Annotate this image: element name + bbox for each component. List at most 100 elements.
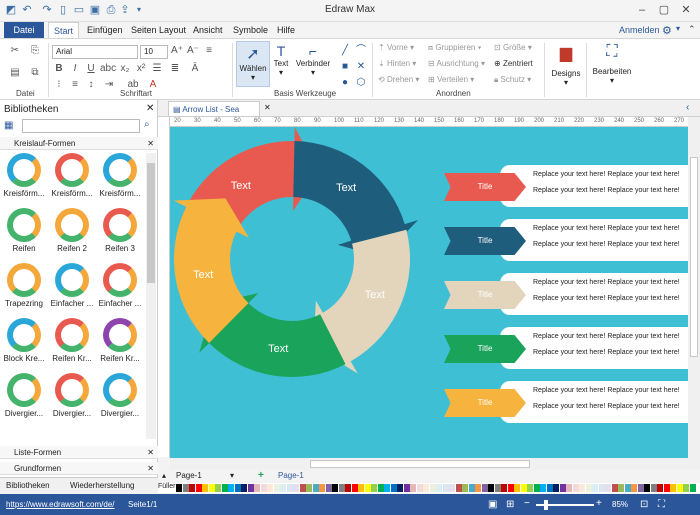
font-size-select[interactable]: 10 — [140, 45, 168, 59]
strikethrough-icon[interactable]: abc — [100, 63, 116, 75]
color-swatch[interactable] — [585, 484, 592, 492]
distribute-button[interactable]: ⊞ Verteilen ▾ — [428, 75, 474, 84]
fullscreen-icon[interactable]: ⛶ — [658, 499, 665, 510]
cycle-segment-label[interactable]: Text — [193, 269, 213, 281]
color-swatch[interactable] — [598, 484, 605, 492]
list-item-text[interactable]: Replace your text here! Replace your tex… — [533, 295, 680, 302]
shape-item[interactable]: Reifen 3 — [98, 208, 142, 253]
color-swatch[interactable] — [345, 484, 351, 492]
list-icon[interactable]: ☰ — [150, 63, 164, 75]
close-button[interactable]: ✕ — [676, 2, 696, 18]
canvas-horizontal-scrollbar[interactable] — [170, 458, 688, 470]
color-swatch[interactable] — [514, 484, 520, 492]
cycle-segment-label[interactable]: Text — [268, 343, 288, 355]
color-swatch[interactable] — [436, 484, 442, 492]
color-swatch[interactable] — [338, 484, 345, 492]
fit-page-icon[interactable]: ▣ — [488, 499, 497, 510]
color-swatch[interactable] — [280, 484, 286, 492]
group-button[interactable]: ⧈ Gruppieren ▾ — [428, 43, 481, 53]
document-tab[interactable]: ▤ Arrow List - Sea — [168, 101, 260, 117]
list-item-text[interactable]: Replace your text here! Replace your tex… — [533, 333, 680, 340]
color-swatch[interactable] — [371, 484, 377, 492]
color-swatch[interactable] — [566, 484, 572, 492]
color-swatch[interactable] — [358, 484, 364, 492]
shape-item[interactable]: Divergier... — [98, 373, 142, 418]
color-swatch[interactable] — [234, 484, 241, 492]
color-swatch[interactable] — [416, 484, 423, 492]
color-swatch[interactable] — [475, 484, 481, 492]
color-swatch[interactable] — [449, 484, 455, 492]
list-item-text[interactable]: Replace your text here! Replace your tex… — [533, 225, 680, 232]
website-link[interactable]: https://www.edrawsoft.com/de/ — [6, 500, 115, 509]
close-icon[interactable]: ✕ — [147, 137, 154, 150]
zoom-in-icon[interactable]: + — [596, 498, 602, 509]
color-swatch[interactable] — [579, 484, 585, 492]
color-swatch[interactable] — [254, 484, 260, 492]
chevron-down-icon[interactable]: ▾ — [676, 24, 680, 33]
color-swatch[interactable] — [670, 484, 676, 492]
color-swatch[interactable] — [637, 484, 644, 492]
color-swatch[interactable] — [423, 484, 429, 492]
rectangle-icon[interactable]: ■ — [338, 61, 352, 73]
select-tool-button[interactable]: ➚ Wählen ▾ — [236, 41, 270, 87]
color-swatch[interactable] — [286, 484, 293, 492]
ribbon-collapse-icon[interactable]: ⌃ — [688, 24, 696, 35]
ellipse-icon[interactable]: ● — [338, 77, 352, 89]
size-button[interactable]: ⊡ Größe ▾ — [494, 43, 532, 52]
color-swatch[interactable] — [611, 484, 618, 492]
add-page-icon[interactable]: + — [258, 470, 264, 481]
close-icon[interactable]: ✕ — [147, 462, 154, 475]
copy-icon[interactable]: ⎘ — [28, 45, 42, 57]
shape-item[interactable]: Kreisförm... — [50, 153, 94, 198]
color-swatch[interactable] — [650, 484, 657, 492]
category-cycle-shapes[interactable]: Kreislauf-Formen ✕ — [0, 137, 158, 150]
color-swatch[interactable] — [273, 484, 280, 492]
list-item-title[interactable]: Title — [444, 281, 526, 309]
color-swatch[interactable] — [631, 484, 637, 492]
color-swatch[interactable] — [397, 484, 403, 492]
font-style-icon[interactable]: Ā — [188, 63, 202, 75]
superscript-icon[interactable]: x² — [134, 63, 148, 75]
color-swatch[interactable] — [364, 484, 371, 492]
color-swatch[interactable] — [267, 484, 273, 492]
list-item-text[interactable]: Replace your text here! Replace your tex… — [533, 171, 680, 178]
login-link[interactable]: Anmelden — [614, 22, 665, 38]
color-swatch[interactable] — [293, 484, 299, 492]
color-swatch[interactable] — [442, 484, 449, 492]
color-swatch[interactable] — [377, 484, 384, 492]
shape-item[interactable]: Kreisförm... — [98, 153, 142, 198]
color-swatch[interactable] — [468, 484, 475, 492]
color-swatch[interactable] — [572, 484, 579, 492]
gear-icon[interactable]: ⚙ — [662, 24, 672, 37]
center-button[interactable]: ⊕ Zentriert — [494, 59, 533, 68]
color-swatch[interactable] — [176, 484, 182, 492]
color-swatch[interactable] — [455, 484, 462, 492]
color-swatch[interactable] — [546, 484, 553, 492]
color-swatch[interactable] — [312, 484, 319, 492]
increase-font-icon[interactable]: A⁺ — [170, 45, 184, 57]
color-palette[interactable]: Füller — [158, 483, 700, 493]
text-align-icon[interactable]: ≡ — [68, 79, 82, 91]
text-tool-button[interactable]: T Text ▾ — [270, 41, 292, 87]
rotate-button[interactable]: ⟲ Drehen ▾ — [378, 75, 419, 84]
color-swatch[interactable] — [494, 484, 501, 492]
color-swatch[interactable] — [182, 484, 189, 492]
shape-item[interactable]: Reifen Kr... — [98, 318, 142, 363]
library-menu-icon[interactable]: ▦ — [4, 120, 13, 131]
list-item-title[interactable]: Title — [444, 335, 526, 363]
category-list-shapes[interactable]: Liste-Formen ✕ — [0, 446, 158, 459]
color-swatch[interactable] — [663, 484, 670, 492]
color-swatch[interactable] — [462, 484, 468, 492]
shape-item[interactable]: Kreisförm... — [2, 153, 46, 198]
paste-icon[interactable]: ▤ — [8, 67, 22, 79]
decrease-font-icon[interactable]: A⁻ — [186, 45, 200, 57]
close-icon[interactable]: ✕ — [147, 446, 154, 459]
color-swatch[interactable] — [605, 484, 611, 492]
color-swatch[interactable] — [676, 484, 683, 492]
align-icon[interactable]: ≣ — [168, 63, 182, 75]
category-basic-shapes[interactable]: Grundformen ✕ — [0, 462, 158, 475]
list-item-text[interactable]: Replace your text here! Replace your tex… — [533, 241, 680, 248]
color-swatch[interactable] — [384, 484, 390, 492]
page-tab-active[interactable]: Page-1 — [278, 471, 304, 480]
shape-item[interactable]: Divergier... — [50, 373, 94, 418]
